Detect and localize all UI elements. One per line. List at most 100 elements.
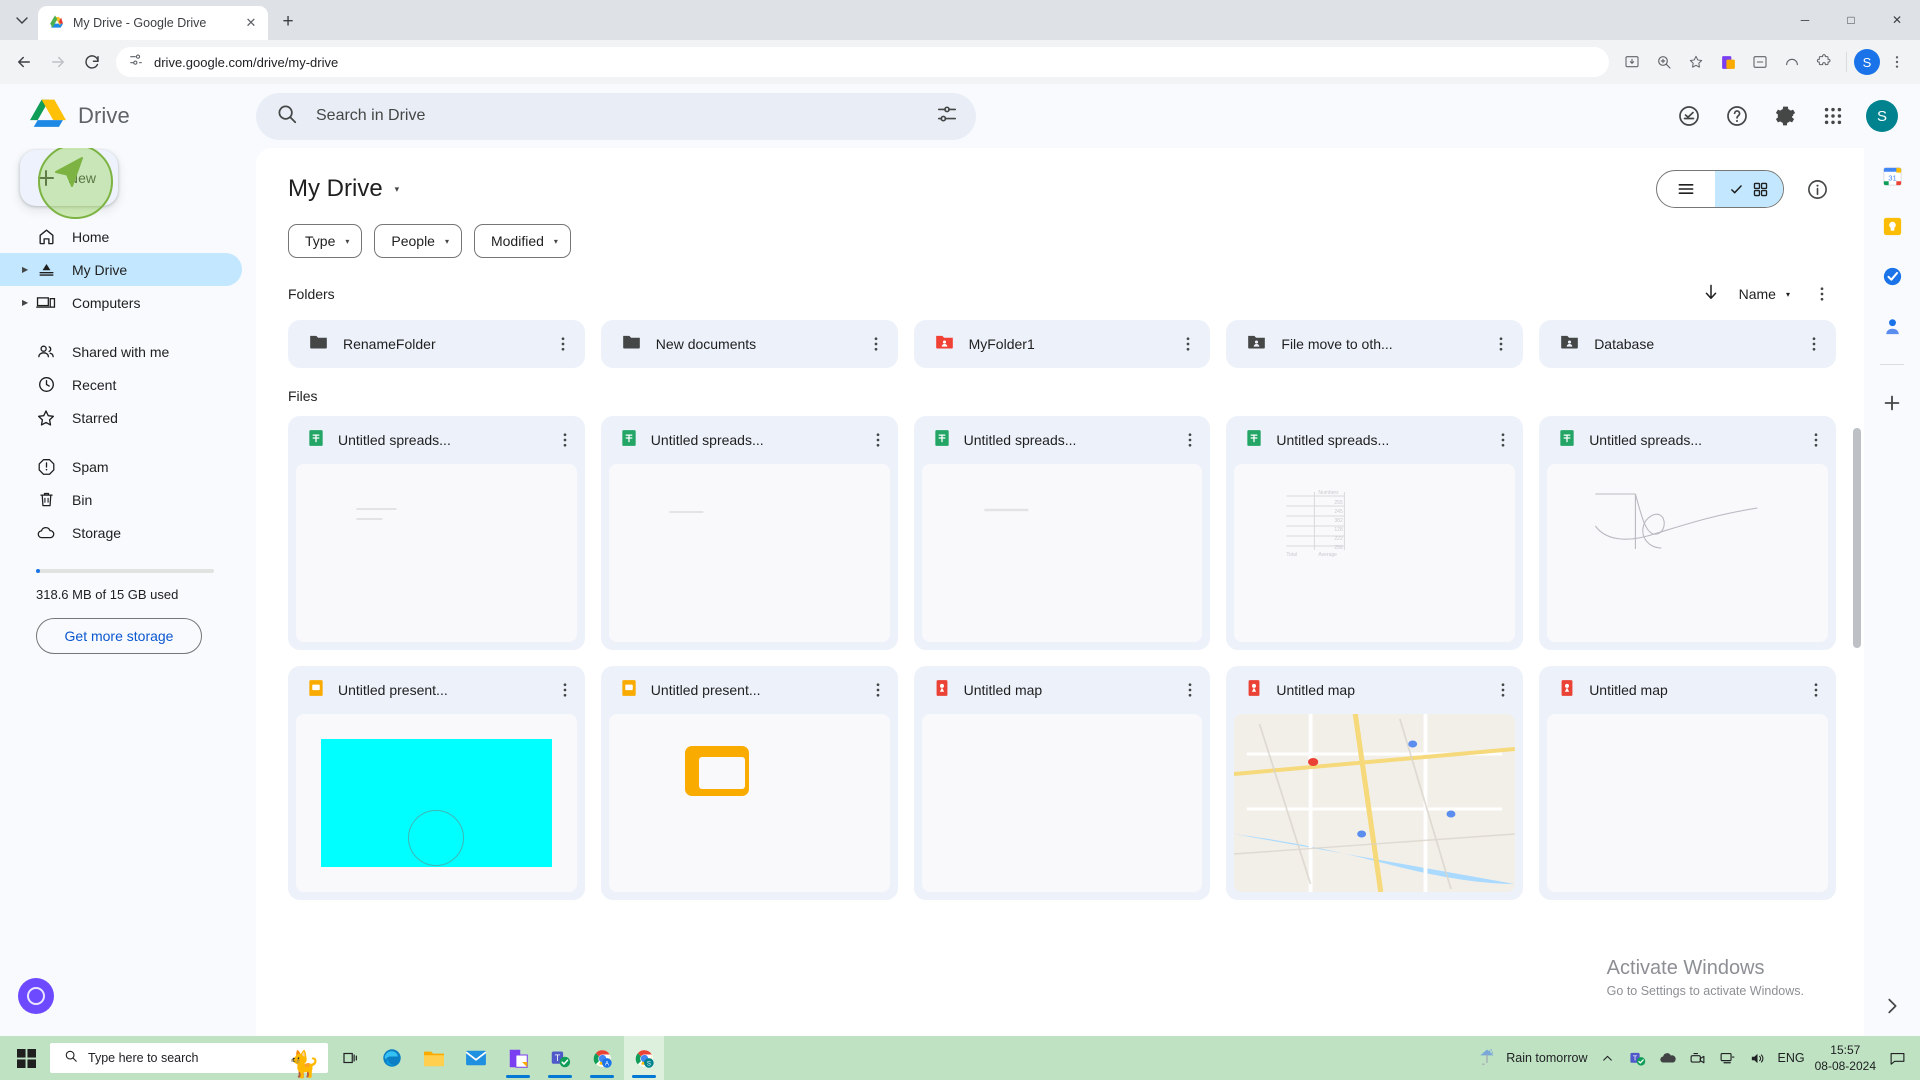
apps-grid-icon[interactable]: [1812, 95, 1854, 137]
camera-icon[interactable]: [1688, 1048, 1708, 1068]
folder-more-icon[interactable]: [1800, 330, 1828, 358]
file-more-icon[interactable]: [1489, 676, 1517, 704]
file-card[interactable]: Untitled present...: [600, 666, 898, 900]
help-icon[interactable]: [1716, 95, 1758, 137]
sidebar-item-computers[interactable]: ▶ Computers: [0, 286, 242, 319]
file-more-icon[interactable]: [1176, 426, 1204, 454]
reload-icon[interactable]: [76, 46, 108, 78]
notification-icon[interactable]: [1886, 1047, 1908, 1069]
more-options-icon[interactable]: [1808, 280, 1836, 308]
sidebar-item-storage[interactable]: Storage: [0, 516, 242, 549]
get-more-storage-button[interactable]: Get more storage: [36, 618, 202, 654]
filter-chip-modified[interactable]: Modified ▾: [473, 224, 571, 258]
sidebar-item-shared-with-me[interactable]: Shared with me: [0, 335, 242, 368]
google-contacts-icon[interactable]: [1880, 314, 1904, 338]
file-more-icon[interactable]: [551, 676, 579, 704]
sidebar-item-recent[interactable]: Recent: [0, 368, 242, 401]
google-tasks-icon[interactable]: [1880, 264, 1904, 288]
content-scrollbar[interactable]: [1853, 428, 1861, 1028]
sidebar-item-home[interactable]: Home: [0, 220, 242, 253]
search-input[interactable]: Search in Drive: [256, 92, 976, 140]
file-more-icon[interactable]: [1489, 426, 1517, 454]
assistant-orb-icon[interactable]: [18, 978, 54, 1014]
folder-card[interactable]: New documents: [600, 320, 898, 368]
extension-office-icon[interactable]: [1713, 47, 1743, 77]
drive-logo-area[interactable]: Drive: [0, 98, 256, 134]
extension-arc-icon[interactable]: [1777, 47, 1807, 77]
search-filter-icon[interactable]: [936, 103, 958, 130]
expand-panel-icon[interactable]: [1881, 995, 1903, 1022]
sort-direction-icon[interactable]: [1701, 282, 1721, 307]
folder-more-icon[interactable]: [1174, 330, 1202, 358]
show-hidden-icons-icon[interactable]: [1598, 1048, 1618, 1068]
sidebar-item-starred[interactable]: Starred: [0, 401, 242, 434]
address-bar[interactable]: drive.google.com/drive/my-drive: [116, 47, 1609, 77]
sidebar-item-my-drive[interactable]: ▶ My Drive: [0, 253, 242, 286]
info-icon[interactable]: [1798, 170, 1836, 208]
sort-field-button[interactable]: Name ▾: [1739, 286, 1790, 302]
install-app-icon[interactable]: [1617, 47, 1647, 77]
file-card[interactable]: Untitled map: [1539, 666, 1836, 900]
title-dropdown-caret-icon[interactable]: ▾: [395, 184, 400, 195]
start-icon[interactable]: [4, 1036, 48, 1080]
chevron-right-icon[interactable]: ▶: [22, 265, 28, 274]
extensions-puzzle-icon[interactable]: [1809, 47, 1839, 77]
filter-chip-type[interactable]: Type ▾: [288, 224, 363, 258]
file-card[interactable]: Untitled map: [1226, 666, 1524, 900]
list-view-icon[interactable]: [1657, 171, 1715, 207]
file-more-icon[interactable]: [864, 426, 892, 454]
close-window-button[interactable]: ✕: [1874, 0, 1920, 40]
file-more-icon[interactable]: [864, 676, 892, 704]
weather-widget[interactable]: Rain tomorrow: [1477, 1047, 1588, 1070]
file-more-icon[interactable]: [1802, 426, 1830, 454]
google-calendar-icon[interactable]: 31: [1880, 164, 1904, 188]
file-card[interactable]: Untitled spreads...: [1226, 416, 1524, 650]
mail-icon[interactable]: [456, 1036, 496, 1080]
browser-tab[interactable]: My Drive - Google Drive ✕: [38, 6, 268, 40]
maximize-button[interactable]: □: [1828, 0, 1874, 40]
folder-more-icon[interactable]: [1487, 330, 1515, 358]
taskbar-clock[interactable]: 15:57 08-08-2024: [1815, 1042, 1876, 1074]
task-view-icon[interactable]: [330, 1036, 370, 1080]
teams-tray-icon[interactable]: T: [1628, 1048, 1648, 1068]
chrome-menu-icon[interactable]: [1882, 47, 1912, 77]
google-keep-icon[interactable]: [1880, 214, 1904, 238]
taskbar-search-input[interactable]: Type here to search 🐈: [50, 1043, 328, 1077]
back-icon[interactable]: [8, 46, 40, 78]
teams-icon[interactable]: T: [540, 1036, 580, 1080]
sidebar-item-spam[interactable]: Spam: [0, 450, 242, 483]
minimize-button[interactable]: ─: [1782, 0, 1828, 40]
account-avatar[interactable]: S: [1866, 100, 1898, 132]
edge-icon[interactable]: [372, 1036, 412, 1080]
folder-card[interactable]: File move to oth...: [1226, 320, 1524, 368]
activity-icon[interactable]: [1668, 95, 1710, 137]
sidebar-item-bin[interactable]: Bin: [0, 483, 242, 516]
file-card[interactable]: Untitled spreads...: [913, 416, 1211, 650]
tab-close-icon[interactable]: ✕: [242, 14, 260, 32]
grid-view-icon[interactable]: [1715, 171, 1783, 207]
file-card[interactable]: Untitled spreads...: [600, 416, 898, 650]
forward-icon[interactable]: [42, 46, 74, 78]
language-indicator[interactable]: ENG: [1778, 1048, 1805, 1068]
file-explorer-icon[interactable]: [414, 1036, 454, 1080]
extension-blue-icon[interactable]: [1745, 47, 1775, 77]
zoom-icon[interactable]: [1649, 47, 1679, 77]
site-settings-icon[interactable]: [128, 52, 144, 73]
tab-search-icon[interactable]: [8, 6, 36, 34]
scrollbar-thumb[interactable]: [1853, 428, 1861, 648]
browser-profile-avatar[interactable]: S: [1854, 49, 1880, 75]
file-card[interactable]: Untitled map: [913, 666, 1211, 900]
filter-chip-people[interactable]: People ▾: [374, 224, 462, 258]
chevron-right-icon[interactable]: ▶: [22, 298, 28, 307]
onedrive-icon[interactable]: [1658, 1048, 1678, 1068]
folder-more-icon[interactable]: [862, 330, 890, 358]
file-card[interactable]: Untitled present...: [288, 666, 585, 900]
file-more-icon[interactable]: [1176, 676, 1204, 704]
settings-gear-icon[interactable]: [1764, 95, 1806, 137]
file-more-icon[interactable]: [551, 426, 579, 454]
file-more-icon[interactable]: [1802, 676, 1830, 704]
chrome-profile-s-icon[interactable]: S: [624, 1036, 664, 1080]
volume-icon[interactable]: [1748, 1048, 1768, 1068]
file-card[interactable]: Untitled spreads...: [288, 416, 585, 650]
chrome-profile-a-icon[interactable]: A: [582, 1036, 622, 1080]
